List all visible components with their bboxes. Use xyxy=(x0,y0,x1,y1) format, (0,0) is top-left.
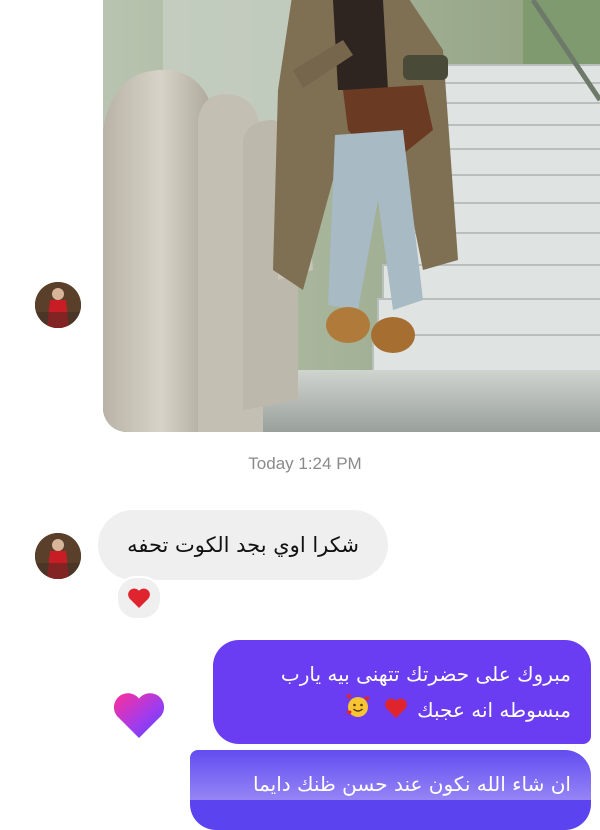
photo-image xyxy=(103,0,600,432)
contact-avatar[interactable] xyxy=(35,533,81,579)
incoming-message-text: شكرا اوي بجد الكوت تحفه xyxy=(127,533,359,557)
red-heart-icon xyxy=(128,588,150,608)
outgoing-message-text: مبسوطه انه عجبك xyxy=(417,698,571,722)
incoming-message-bubble[interactable]: شكرا اوي بجد الكوت تحفه xyxy=(98,510,388,580)
outgoing-message-line: مبسوطه انه عجبك xyxy=(213,692,571,730)
outgoing-message-line: ان شاء الله نكون عند حسن ظنك دايما xyxy=(252,772,571,796)
shared-photo[interactable] xyxy=(103,0,600,432)
message-reaction[interactable] xyxy=(116,576,162,620)
red-heart-icon xyxy=(384,694,408,730)
message-timestamp: Today 1:24 PM xyxy=(248,454,362,473)
outgoing-message-bubble[interactable]: ان شاء الله نكون عند حسن ظنك دايما xyxy=(190,750,591,830)
avatar-image xyxy=(35,282,81,328)
sent-heart-icon[interactable] xyxy=(112,690,166,740)
outgoing-message-line: مبروك على حضرتك تتهنى بيه يارب xyxy=(280,662,571,686)
avatar-image xyxy=(35,533,81,579)
smiling-face-with-hearts-icon xyxy=(345,693,371,730)
contact-avatar[interactable] xyxy=(35,282,81,328)
outgoing-message-bubble[interactable]: مبروك على حضرتك تتهنى بيه يارب مبسوطه ان… xyxy=(213,640,591,744)
